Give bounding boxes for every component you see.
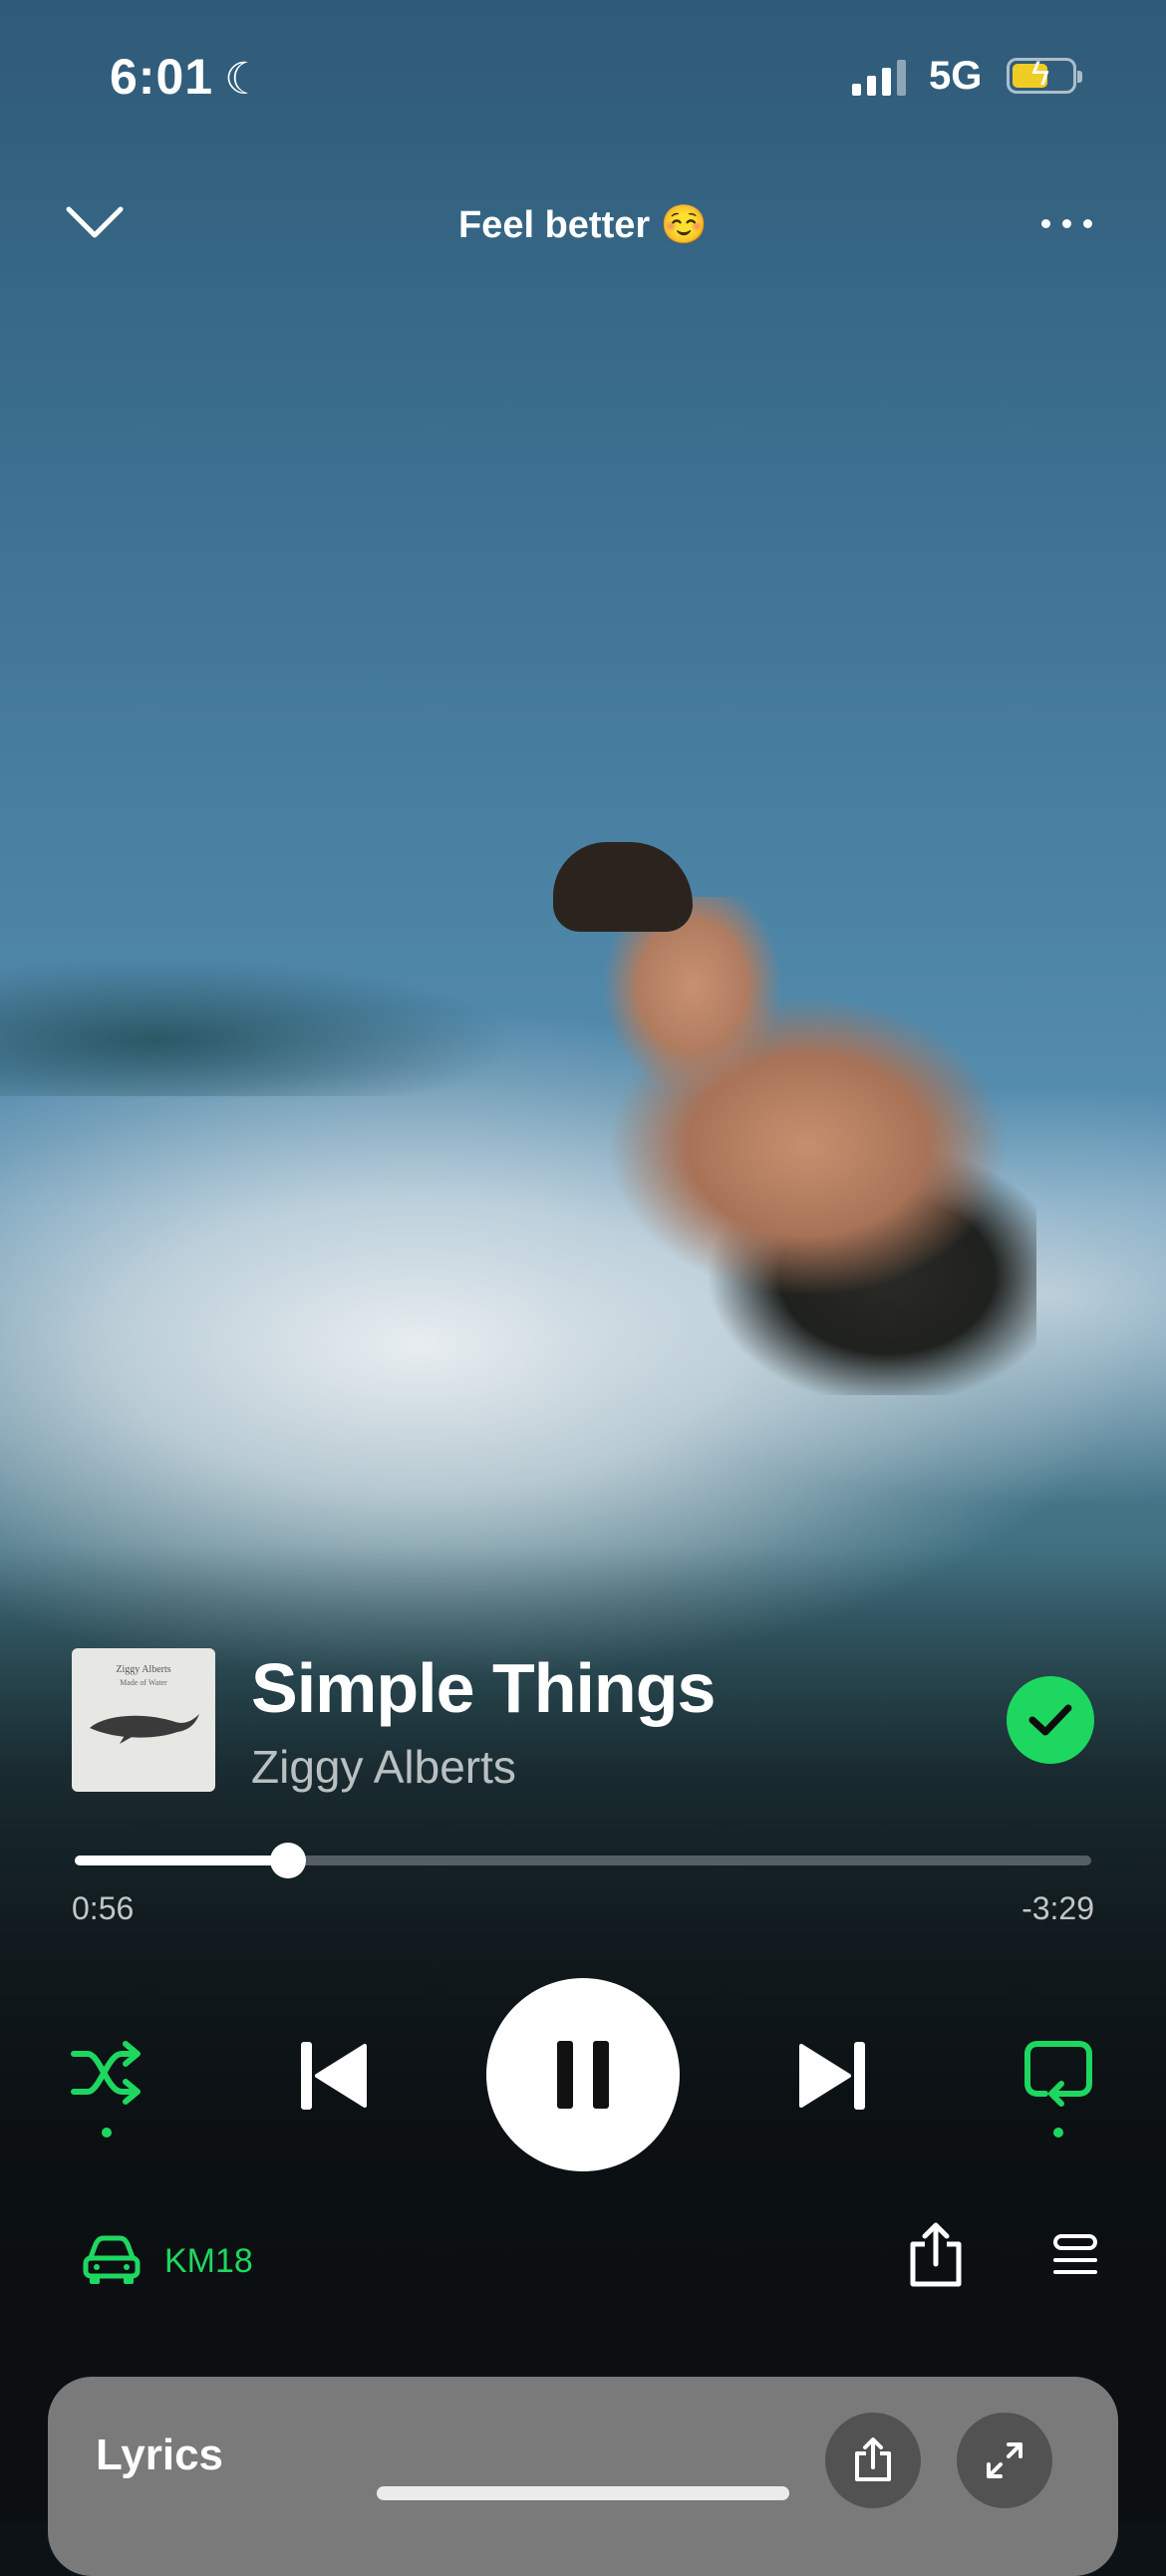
more-options-icon[interactable] [1041,219,1092,228]
lyrics-label: Lyrics [96,2431,224,2479]
network-type: 5G [929,54,983,98]
cover-album-text: Made of Water [120,1678,167,1687]
player-header: Feel better ☺️ [0,189,1166,269]
signal-icon [852,60,906,96]
previous-button[interactable] [299,2040,369,2117]
share-icon [855,2437,891,2481]
home-indicator[interactable] [377,2486,789,2500]
shuffle-button[interactable] [70,2040,144,2138]
lyrics-expand-button[interactable] [957,2413,1052,2508]
bottom-bar: KM18 [0,2222,1166,2302]
wave [0,957,518,1096]
queue-icon[interactable] [1051,2232,1099,2280]
progress-bar[interactable] [75,1843,1091,1878]
remaining-time: -3:29 [1021,1890,1094,1926]
car-icon[interactable] [82,2230,142,2290]
skip-back-icon [301,2042,367,2110]
playlist-title[interactable]: Feel better ☺️ [0,203,1166,247]
album-cover[interactable]: Ziggy Alberts Made of Water [72,1648,215,1792]
progress-handle[interactable] [270,1843,307,1878]
saved-check-icon[interactable] [1007,1676,1094,1764]
battery-icon: ϟ [1007,55,1082,94]
song-title[interactable]: Simple Things [251,1648,716,1728]
moon-icon: ☾ [224,55,264,104]
whale-illustration [90,1714,199,1744]
connected-device[interactable]: KM18 [164,2242,253,2281]
surfer [558,897,1036,1395]
clock: 6:01 [110,49,214,105]
skip-forward-icon [799,2042,865,2110]
expand-icon [987,2442,1022,2478]
share-icon[interactable] [907,2222,965,2288]
elapsed-time: 0:56 [72,1890,135,1926]
lyrics-share-button[interactable] [825,2413,921,2508]
repeat-active-dot [1053,2128,1063,2138]
pause-icon [557,2041,609,2109]
status-bar: 6:01 ☾ 5G ϟ [0,48,1166,108]
song-artist[interactable]: Ziggy Alberts [251,1740,516,1794]
shuffle-icon [71,2041,141,2105]
cover-artist-text: Ziggy Alberts [116,1664,171,1675]
repeat-icon [1024,2041,1092,2107]
repeat-button[interactable] [1023,2038,1093,2138]
playback-controls [0,1978,1166,2177]
track-info: Ziggy Alberts Made of Water Simple Thing… [72,1646,1094,1796]
lyrics-card[interactable]: Lyrics [48,2377,1118,2576]
pause-button[interactable] [486,1978,680,2171]
next-button[interactable] [797,2040,867,2117]
shuffle-active-dot [102,2128,112,2138]
